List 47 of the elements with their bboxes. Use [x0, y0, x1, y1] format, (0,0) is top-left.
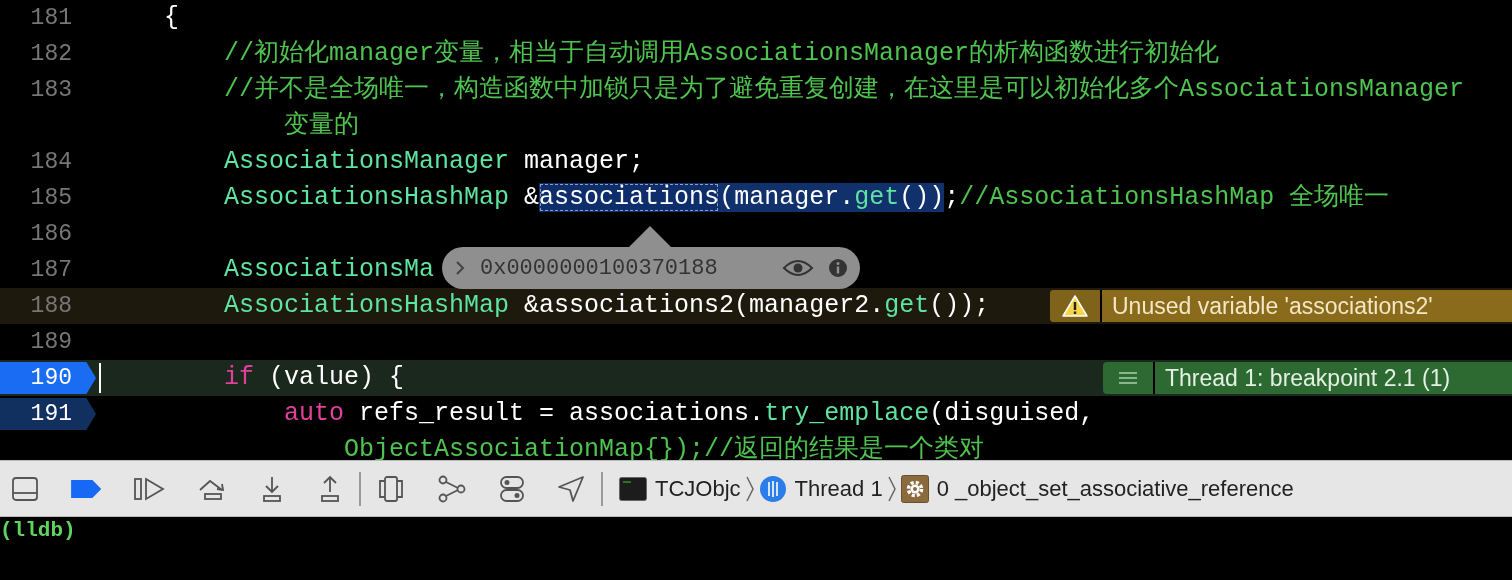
breakpoint-marker[interactable]: 190	[0, 362, 96, 394]
thread-message: Thread 1: breakpoint 2.1 (1)	[1164, 364, 1451, 393]
code-line: AssociationsMa	[223, 254, 435, 286]
code-line: //初始化manager变量，相当于自动调用AssociationsManager的析构函数进行初始化	[223, 38, 1220, 70]
view-hierarchy-icon[interactable]	[377, 474, 405, 503]
thread-icon	[758, 474, 787, 503]
line-number: 181	[30, 5, 73, 31]
location-arrow-icon[interactable]	[557, 474, 585, 503]
code-line: AssociationsManager manager;	[223, 146, 645, 178]
code-line: //并不是全场唯一，构造函数中加锁只是为了避免重复创建，在这里是可以初始化多个AssociationsManager	[223, 74, 1465, 106]
toggle-switches-icon[interactable]	[499, 474, 525, 503]
text-cursor	[99, 363, 101, 393]
line-number: 186	[30, 221, 73, 247]
line-number: 189	[30, 329, 73, 355]
line-number: 187	[30, 257, 73, 283]
continue-icon[interactable]	[133, 475, 165, 502]
menu-icon	[1118, 371, 1138, 385]
code-line: AssociationsHashMap &associations(manager.get());//AssociationsHashMap 全场唯一	[223, 182, 1390, 214]
line-number: 185	[30, 185, 73, 211]
breadcrumb-item[interactable]: TCJObjc	[619, 475, 741, 502]
warning-icon	[1062, 294, 1088, 318]
line-number: 182	[30, 41, 73, 67]
code-line: if (value) {	[223, 362, 405, 394]
line-number: 184	[30, 149, 73, 175]
warning-message: Unused variable 'associations2'	[1111, 292, 1433, 321]
chevron-right-icon	[744, 474, 755, 503]
variable-value: 0x0000000100370188	[480, 255, 718, 281]
terminal-icon	[619, 476, 647, 501]
breakpoint-toggle-icon[interactable]	[71, 478, 101, 499]
code-line: {	[163, 2, 179, 34]
eye-icon[interactable]	[782, 258, 814, 278]
console-prompt: (lldb)	[0, 519, 76, 542]
breadcrumb-item[interactable]: Thread 1	[758, 474, 883, 503]
breadcrumb-item[interactable]: 0 _object_set_associative_reference	[900, 474, 1294, 503]
code-line: auto refs_result = associations.try_emplace(disguised,	[283, 398, 1095, 430]
line-number: 183	[30, 77, 73, 103]
panel-toggle-icon[interactable]	[11, 474, 39, 503]
chevron-right-icon	[886, 474, 897, 503]
code-line: AssociationsHashMap &associations2(manager2.get());	[223, 290, 990, 322]
line-number: 188	[30, 293, 73, 319]
warning-annotation[interactable]: Unused variable 'associations2'	[1050, 290, 1512, 322]
code-line: 变量的	[283, 110, 360, 142]
graph-icon[interactable]	[437, 474, 467, 503]
chevron-right-icon[interactable]	[454, 259, 466, 277]
gear-icon	[900, 474, 929, 503]
info-icon[interactable]	[828, 258, 848, 278]
thread-annotation[interactable]: Thread 1: breakpoint 2.1 (1)	[1103, 362, 1512, 394]
